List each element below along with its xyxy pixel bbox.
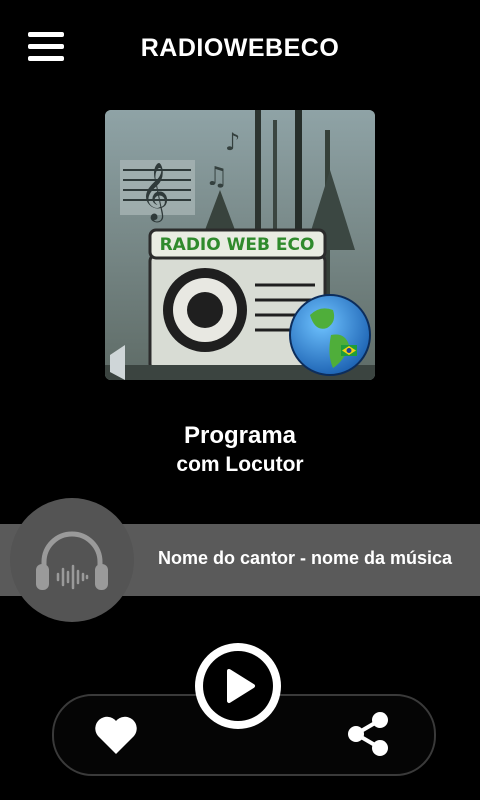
play-button[interactable] xyxy=(195,643,281,729)
svg-text:♫: ♫ xyxy=(205,162,228,192)
share-icon[interactable] xyxy=(346,710,392,758)
app-title: RADIOWEBECO xyxy=(140,34,340,62)
station-cover-art: 𝄞 ♫ ♪ RADIO WEB ECO xyxy=(105,110,375,380)
svg-text:𝄞: 𝄞 xyxy=(140,162,170,223)
cover-logo-text: RADIO WEB ECO xyxy=(160,235,315,255)
svg-text:♪: ♪ xyxy=(225,128,240,156)
program-name: Programa xyxy=(183,422,297,449)
heart-icon[interactable] xyxy=(92,712,140,756)
headphones-icon xyxy=(10,498,134,622)
program-host: com Locutor xyxy=(176,453,304,476)
now-playing-track: Nome do cantor - nome da música xyxy=(158,548,453,568)
play-icon xyxy=(203,651,273,721)
